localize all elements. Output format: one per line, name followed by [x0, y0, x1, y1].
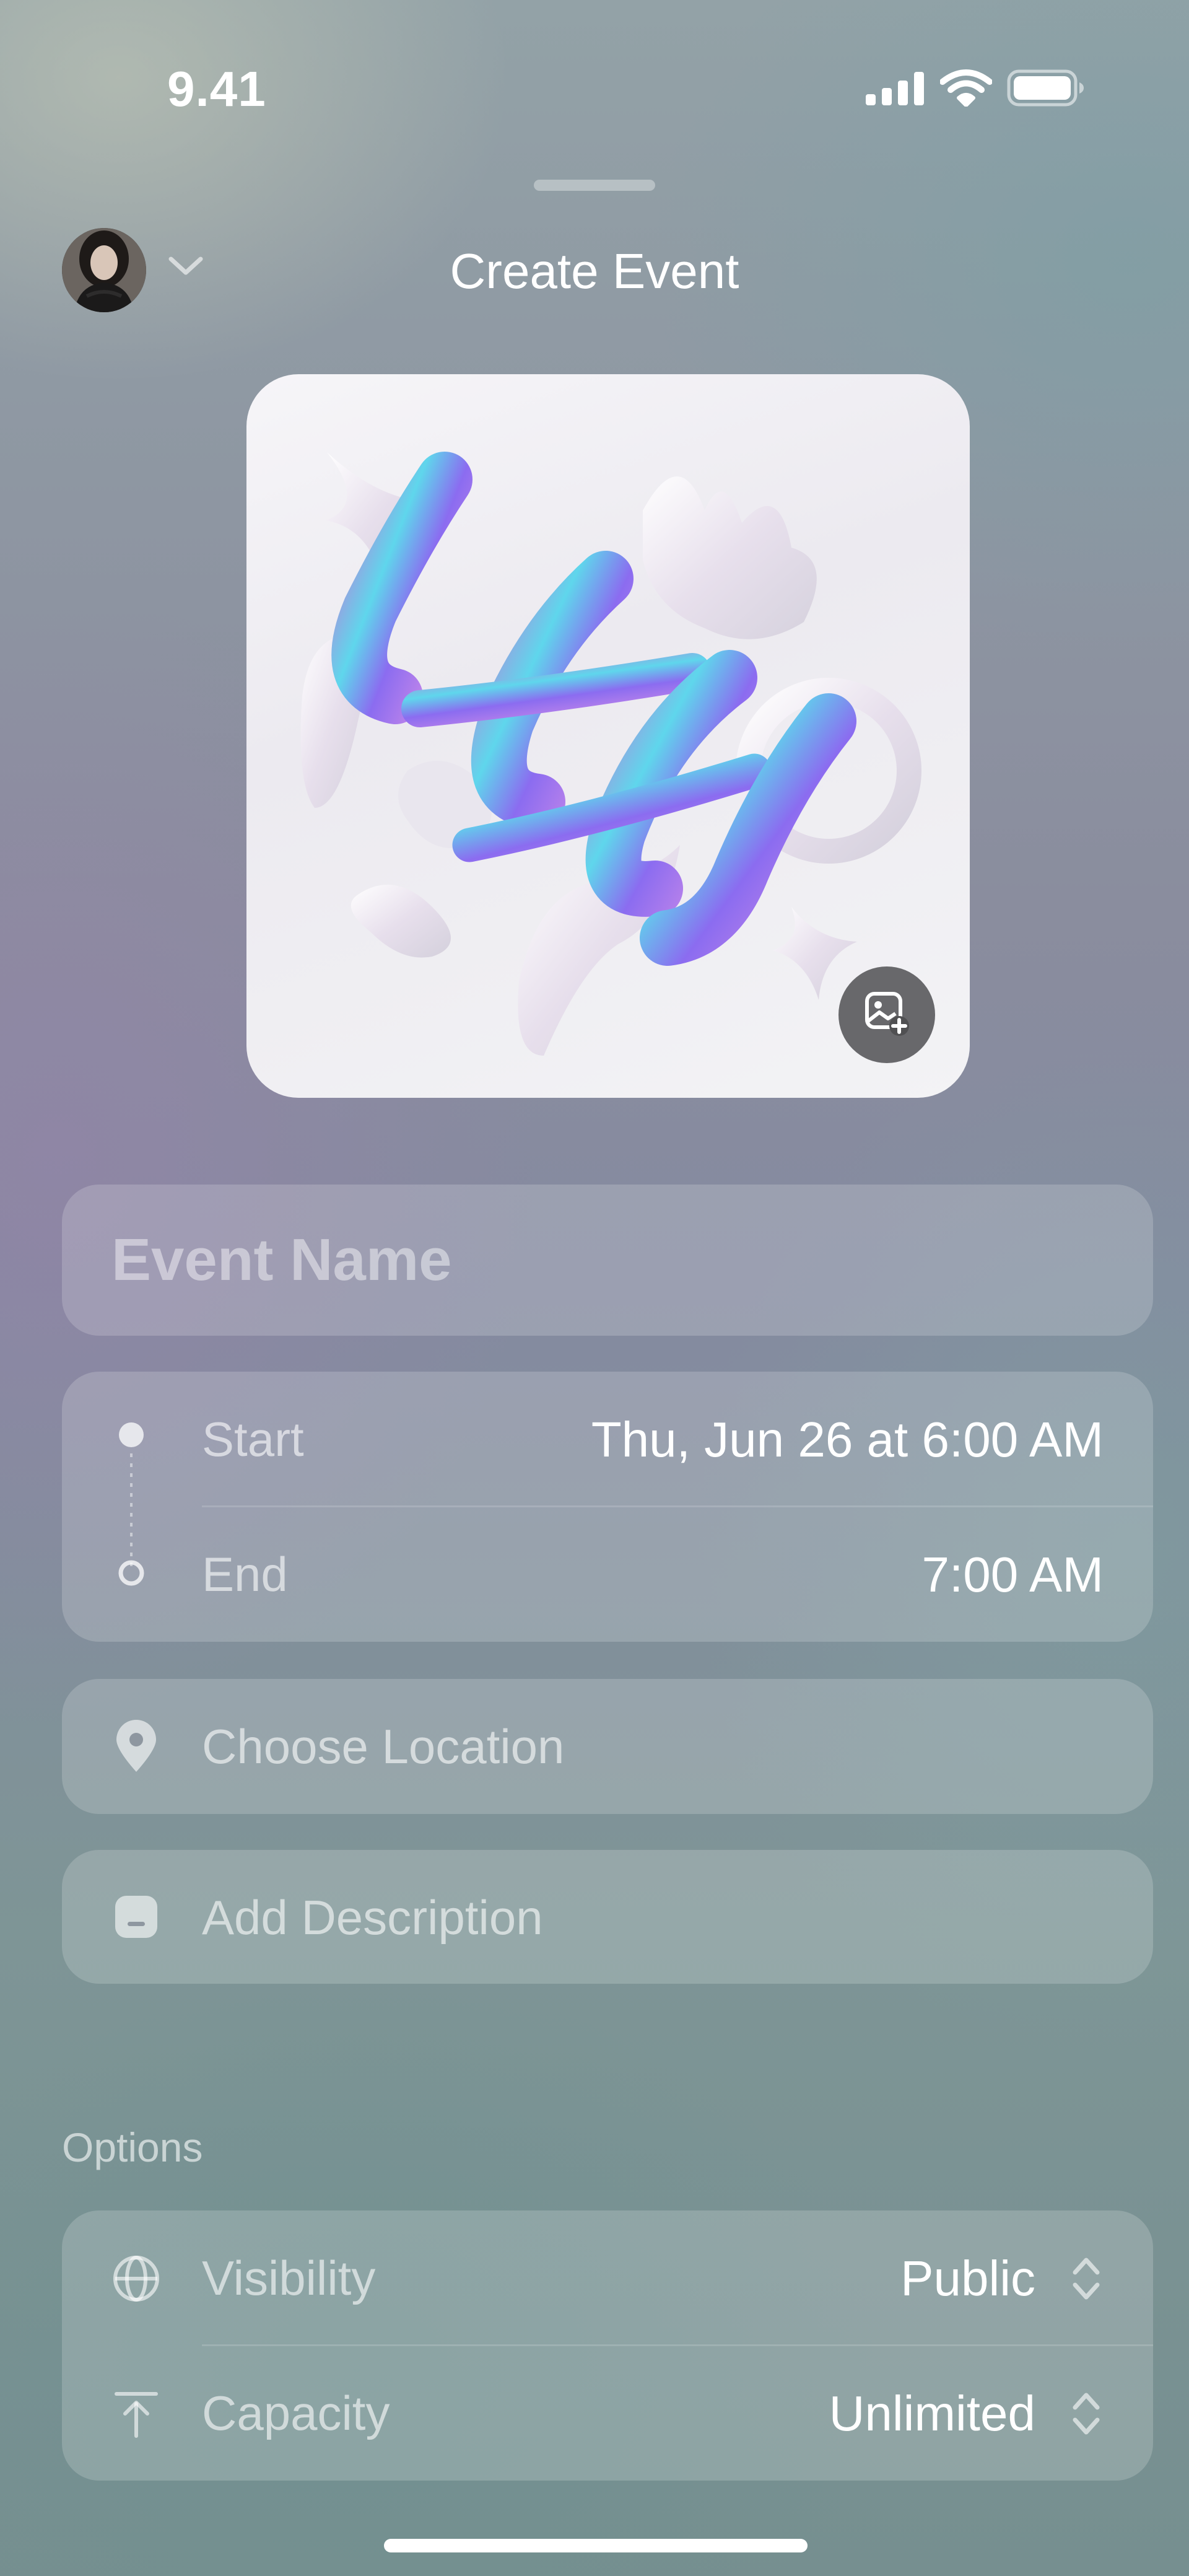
battery-icon [1007, 69, 1084, 107]
capacity-row[interactable]: Capacity Unlimited [62, 2346, 1153, 2481]
location-pin-icon [114, 1720, 159, 1776]
event-name-input[interactable] [111, 1185, 1102, 1336]
capacity-icon [113, 2389, 160, 2442]
location-field[interactable]: Choose Location [62, 1679, 1153, 1814]
note-icon [113, 1893, 160, 1943]
end-row[interactable]: End 7:00 AM [62, 1507, 1153, 1642]
visibility-row[interactable]: Visibility Public [62, 2210, 1153, 2346]
event-name-card [62, 1185, 1153, 1336]
options-section-label: Options [62, 2124, 203, 2170]
add-photo-icon [863, 990, 910, 1040]
start-row[interactable]: Start Thu, Jun 26 at 6:00 AM [62, 1372, 1153, 1507]
end-label: End [202, 1547, 288, 1601]
page-title: Create Event [450, 243, 739, 299]
chevron-up-down-icon [1070, 2253, 1102, 2308]
add-photo-button[interactable] [838, 966, 935, 1063]
location-placeholder: Choose Location [202, 1719, 565, 1774]
start-value[interactable]: Thu, Jun 26 at 6:00 AM [591, 1411, 1104, 1468]
options-card: Visibility Public Capacity Unlimited [62, 2210, 1153, 2481]
visibility-label: Visibility [202, 2251, 376, 2305]
description-placeholder: Add Description [202, 1890, 543, 1945]
home-indicator[interactable] [384, 2539, 808, 2552]
status-icons [866, 69, 1085, 107]
sheet-grabber[interactable] [534, 180, 655, 191]
globe-icon [111, 2254, 161, 2307]
visibility-value: Public [900, 2251, 1035, 2306]
status-time: 9.41 [167, 61, 266, 116]
end-value[interactable]: 7:00 AM [921, 1546, 1104, 1603]
schedule-card: Start Thu, Jun 26 at 6:00 AM End 7:00 AM [62, 1372, 1153, 1642]
chevron-up-down-icon [1070, 2388, 1102, 2443]
cellular-signal-icon [866, 72, 924, 105]
wifi-icon [940, 69, 992, 107]
capacity-label: Capacity [202, 2386, 390, 2440]
start-label: Start [202, 1412, 304, 1466]
description-field[interactable]: Add Description [62, 1850, 1153, 1984]
capacity-value: Unlimited [829, 2386, 1035, 2441]
